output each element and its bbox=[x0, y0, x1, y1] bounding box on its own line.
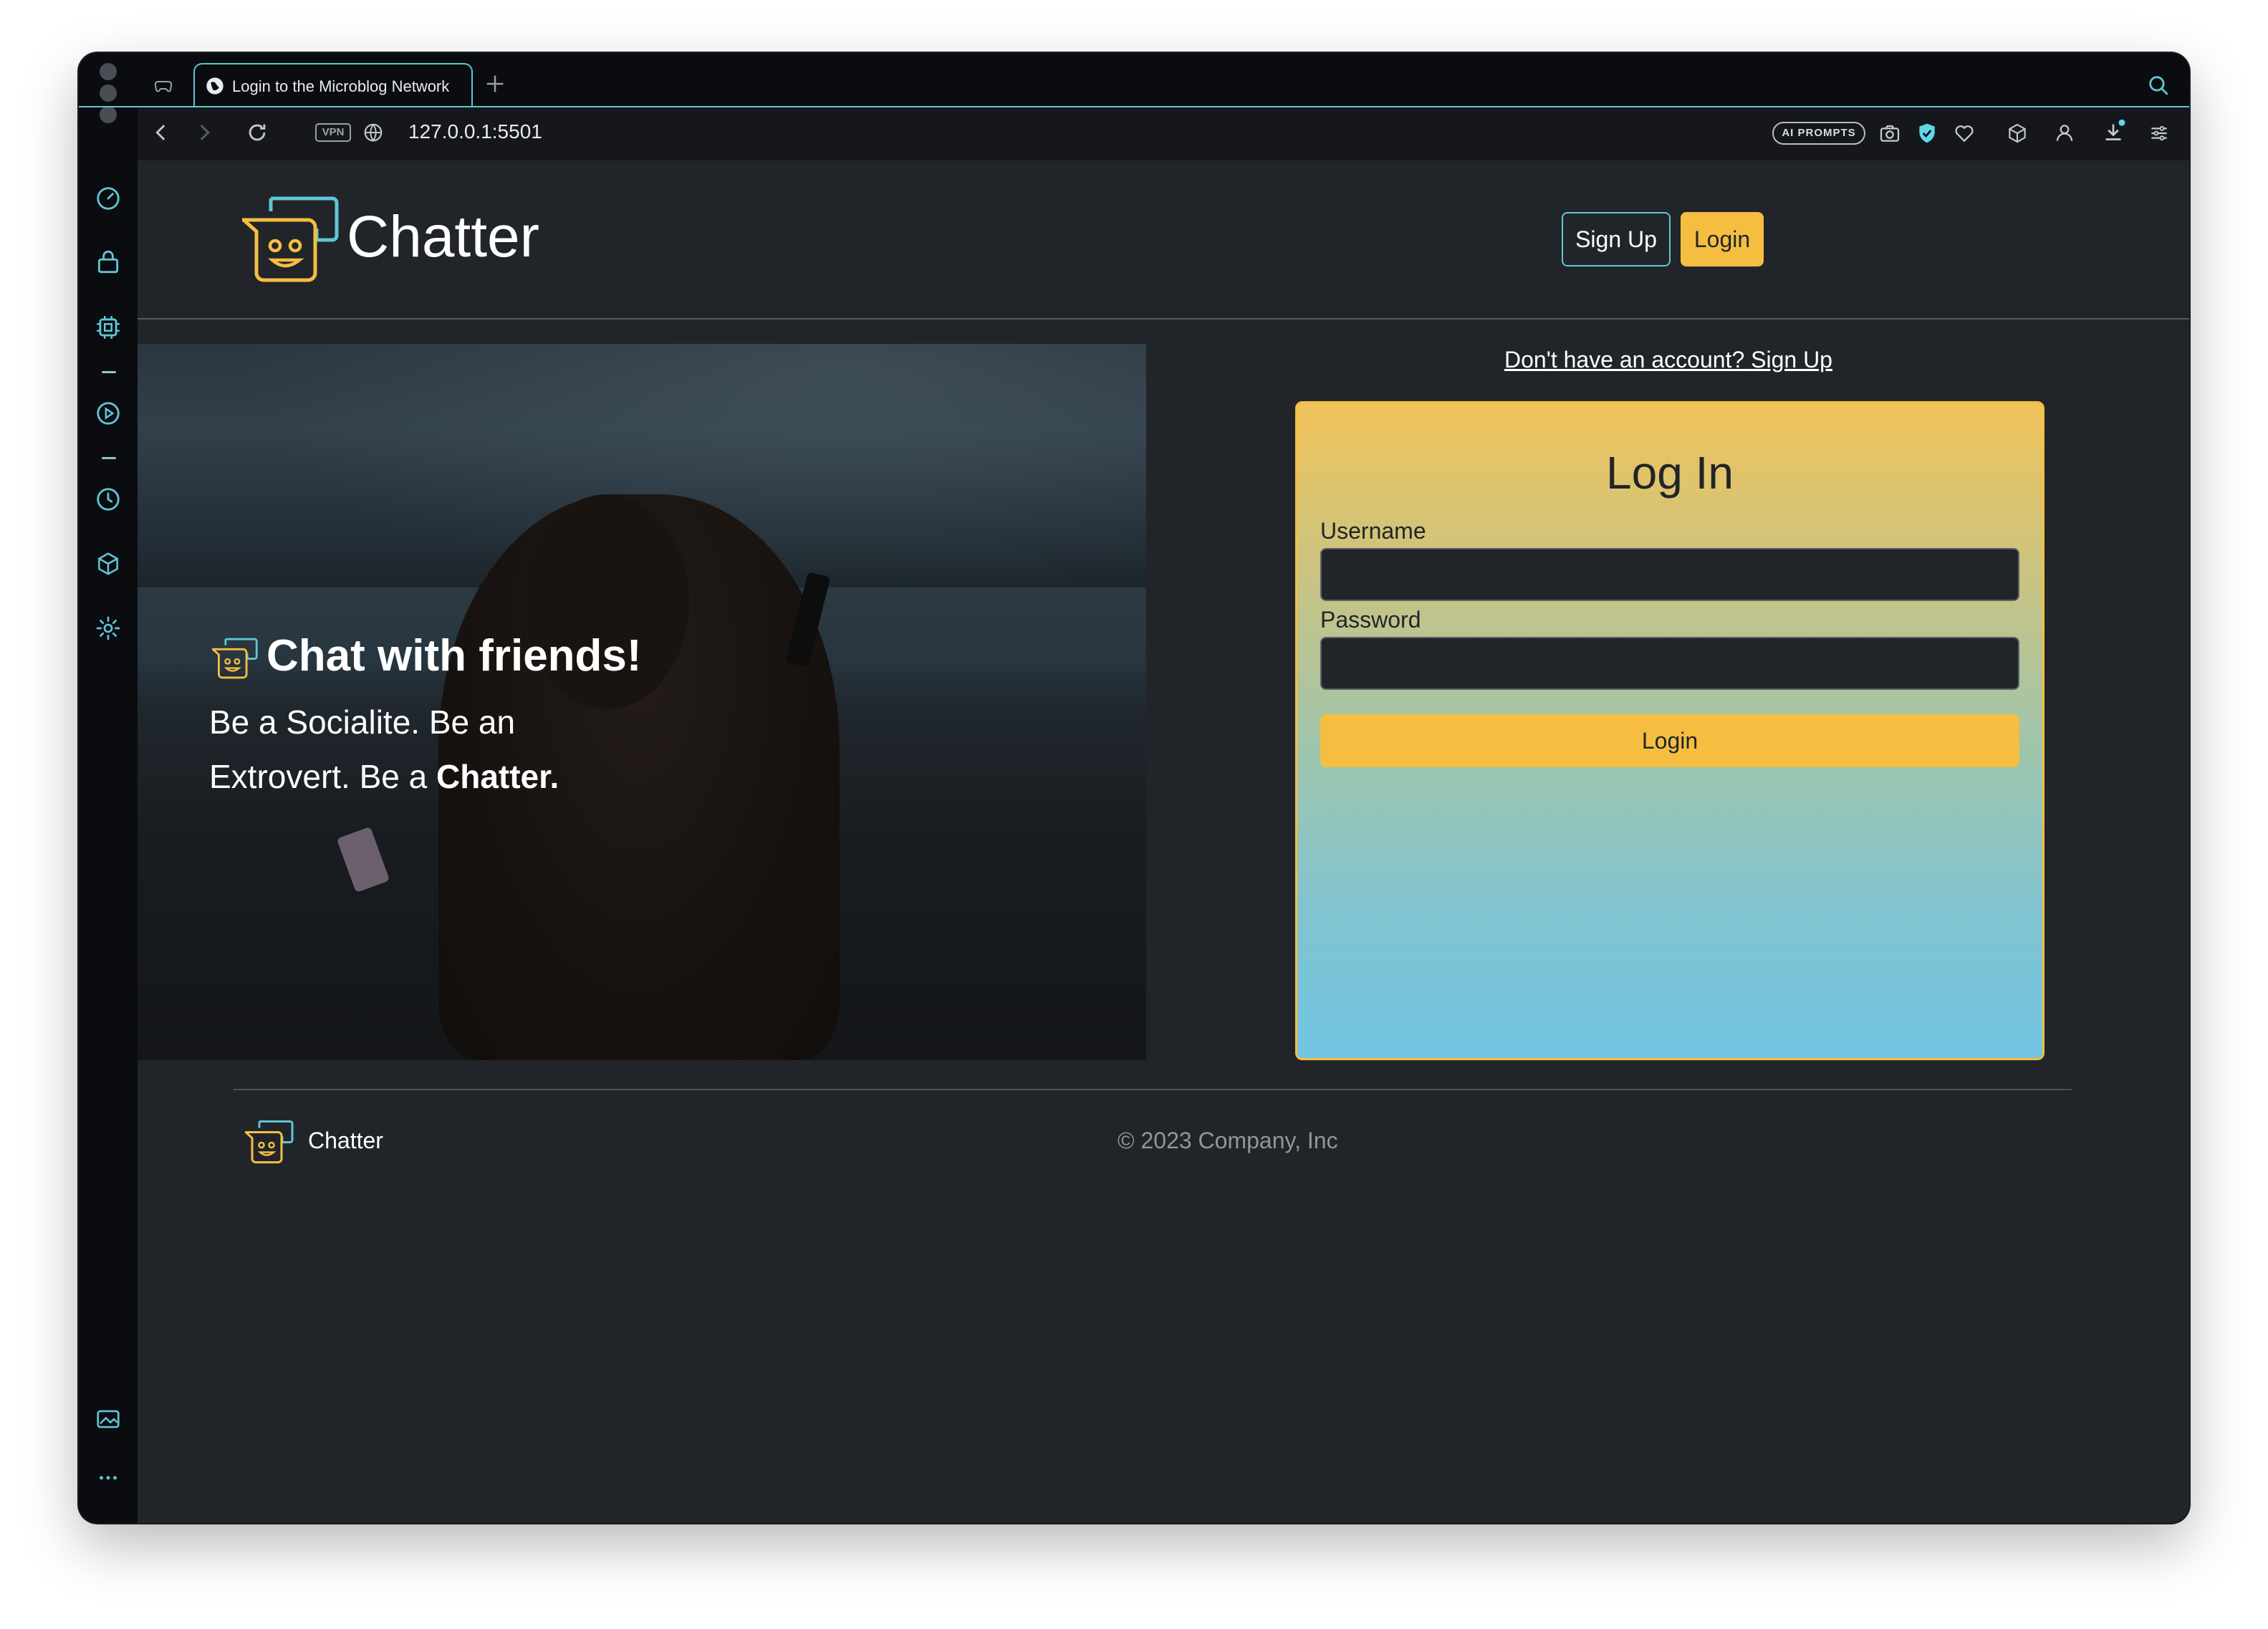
username-label: Username bbox=[1320, 518, 1426, 544]
vpn-badge[interactable]: VPN bbox=[315, 123, 351, 142]
globe-favicon-icon bbox=[206, 77, 224, 95]
signup-link[interactable]: Don't have an account? Sign Up bbox=[1504, 347, 1832, 373]
hero-image-panel: Chat with friends! Be a Socialite. Be an… bbox=[138, 344, 1146, 1060]
cube-toolbar-icon[interactable] bbox=[2006, 122, 2029, 145]
reload-icon[interactable] bbox=[245, 120, 269, 145]
url-text[interactable]: 127.0.0.1:5501 bbox=[408, 120, 542, 143]
login-card: Log In Username Password Login bbox=[1295, 401, 2044, 1060]
cube-icon[interactable] bbox=[95, 550, 122, 577]
hero-subtitle-line2: Extrovert. Be a bbox=[209, 758, 437, 795]
more-icon[interactable] bbox=[95, 1464, 122, 1491]
forward-arrow-icon[interactable] bbox=[192, 120, 216, 145]
login-button[interactable]: Login bbox=[1681, 212, 1764, 266]
speedometer-icon[interactable] bbox=[95, 185, 122, 212]
chatter-small-logo-icon bbox=[212, 638, 258, 679]
site-header: Chatter Sign Up Login bbox=[138, 160, 2189, 319]
chip-icon[interactable] bbox=[95, 314, 122, 341]
heart-icon[interactable] bbox=[1953, 122, 1976, 145]
login-title: Log In bbox=[1606, 447, 1734, 499]
browser-tab-active[interactable]: Login to the Microblog Network bbox=[193, 63, 473, 107]
sidebar-separator bbox=[102, 457, 116, 459]
signup-button[interactable]: Sign Up bbox=[1562, 212, 1671, 266]
clock-icon[interactable] bbox=[95, 486, 122, 513]
gear-icon[interactable] bbox=[95, 615, 122, 642]
new-tab-plus-icon[interactable] bbox=[483, 72, 507, 96]
window-minimize-dot[interactable] bbox=[100, 85, 117, 102]
hero-subtitle-emphasis: Chatter. bbox=[436, 758, 559, 795]
hero-photo-phone bbox=[336, 826, 390, 893]
image-gallery-icon[interactable] bbox=[95, 1405, 122, 1433]
shield-check-icon[interactable] bbox=[1916, 122, 1938, 145]
gamepad-icon[interactable] bbox=[152, 75, 175, 96]
browser-sidebar bbox=[79, 53, 138, 1523]
back-arrow-icon[interactable] bbox=[149, 120, 173, 145]
brand-name[interactable]: Chatter bbox=[347, 203, 539, 271]
login-submit-button[interactable]: Login bbox=[1320, 714, 2019, 767]
footer-brand-name[interactable]: Chatter bbox=[308, 1128, 383, 1154]
hero-title: Chat with friends! bbox=[266, 631, 642, 681]
chatter-logo-icon[interactable] bbox=[242, 191, 342, 291]
password-input[interactable] bbox=[1320, 637, 2019, 690]
password-label: Password bbox=[1320, 607, 1421, 633]
chatter-footer-logo-icon[interactable] bbox=[245, 1119, 295, 1166]
site-globe-icon[interactable] bbox=[362, 122, 384, 143]
download-icon[interactable] bbox=[2100, 119, 2126, 145]
hero-subtitle-line1: Be a Socialite. Be an bbox=[209, 703, 516, 741]
window-zoom-dot[interactable] bbox=[100, 106, 117, 123]
play-circle-icon[interactable] bbox=[95, 400, 122, 427]
shopping-bag-icon[interactable] bbox=[95, 249, 122, 277]
username-input[interactable] bbox=[1320, 548, 2019, 601]
footer-divider bbox=[234, 1089, 2072, 1090]
profile-icon[interactable] bbox=[2053, 122, 2076, 145]
window-close-dot[interactable] bbox=[100, 63, 117, 80]
sidebar-separator bbox=[102, 371, 116, 373]
footer-copyright: © 2023 Company, Inc bbox=[1118, 1128, 1338, 1153]
camera-icon[interactable] bbox=[1878, 122, 1901, 145]
ai-prompts-button[interactable]: AI PROMPTS bbox=[1772, 122, 1865, 145]
page-viewport: Chatter Sign Up Login Chat with friends!… bbox=[138, 160, 2189, 1523]
hero-subtitle: Be a Socialite. Be an Extrovert. Be a Ch… bbox=[209, 695, 639, 804]
settings-sliders-icon[interactable] bbox=[2148, 122, 2171, 145]
search-icon[interactable] bbox=[2146, 73, 2171, 97]
tab-title: Login to the Microblog Network bbox=[232, 77, 450, 95]
browser-window: Login to the Microblog Network VPN 127.0… bbox=[79, 53, 2189, 1523]
